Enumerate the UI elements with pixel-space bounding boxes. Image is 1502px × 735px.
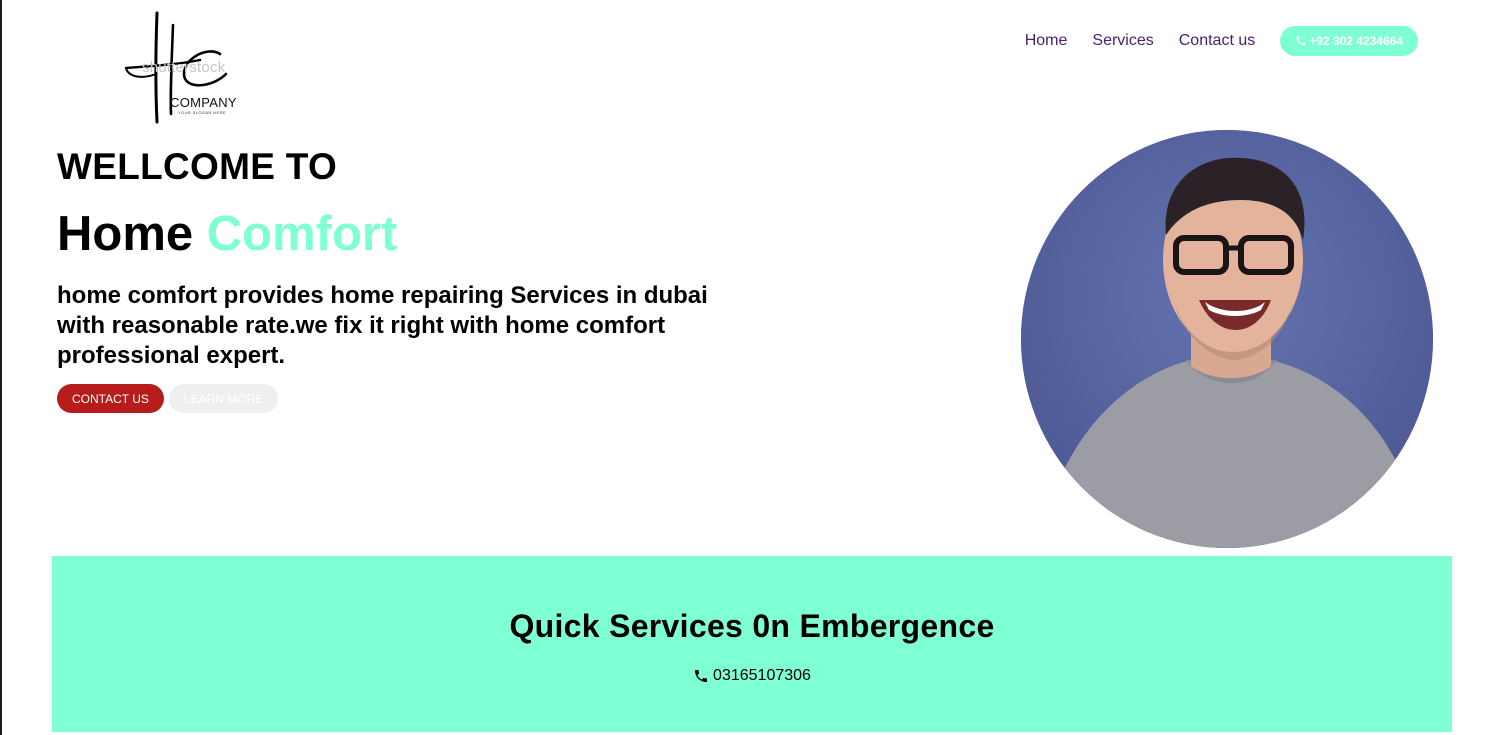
main-nav: Home Services Contact us +92 302 4234664 [1025,26,1418,56]
services-phone-number: 03165107306 [713,667,811,684]
phone-icon [695,670,708,682]
hero-title-main: Home [57,207,194,261]
page-left-border [0,0,2,735]
logo-watermark: shutterstock [142,59,226,76]
quick-services-title: Quick Services 0n Embergence [509,608,995,644]
hero-title-accent: Comfort [206,207,398,261]
hero-portrait-image [1021,130,1433,548]
logo-slogan: YOUR SLOGAN HERE [178,110,226,115]
nav-services-link[interactable]: Services [1092,27,1153,55]
nav-phone-button[interactable]: +92 302 4234664 [1280,26,1418,56]
hero-pre-title: WELLCOME TO [57,146,338,187]
learn-more-button[interactable]: LEARN MORE [168,384,279,413]
person-portrait-illustration [1021,130,1433,548]
nav-phone-number: +92 302 4234664 [1309,34,1403,48]
services-phone[interactable]: 03165107306 [52,667,1452,685]
contact-us-button[interactable]: CONTACT US [57,384,164,413]
quick-services-section: Quick Services 0n Embergence 03165107306 [52,556,1452,732]
hero-description: home comfort provides home repairing Ser… [57,282,708,369]
hero-title: Home Comfort [57,205,397,263]
logo-company-text: COMPANY [170,95,237,110]
company-logo[interactable]: shutterstock COMPANY YOUR SLOGAN HERE [120,10,250,125]
nav-home-link[interactable]: Home [1025,27,1068,55]
nav-contact-link[interactable]: Contact us [1179,27,1255,55]
phone-icon [1296,36,1306,46]
hero-buttons: CONTACT US LEARN MORE [57,384,279,413]
